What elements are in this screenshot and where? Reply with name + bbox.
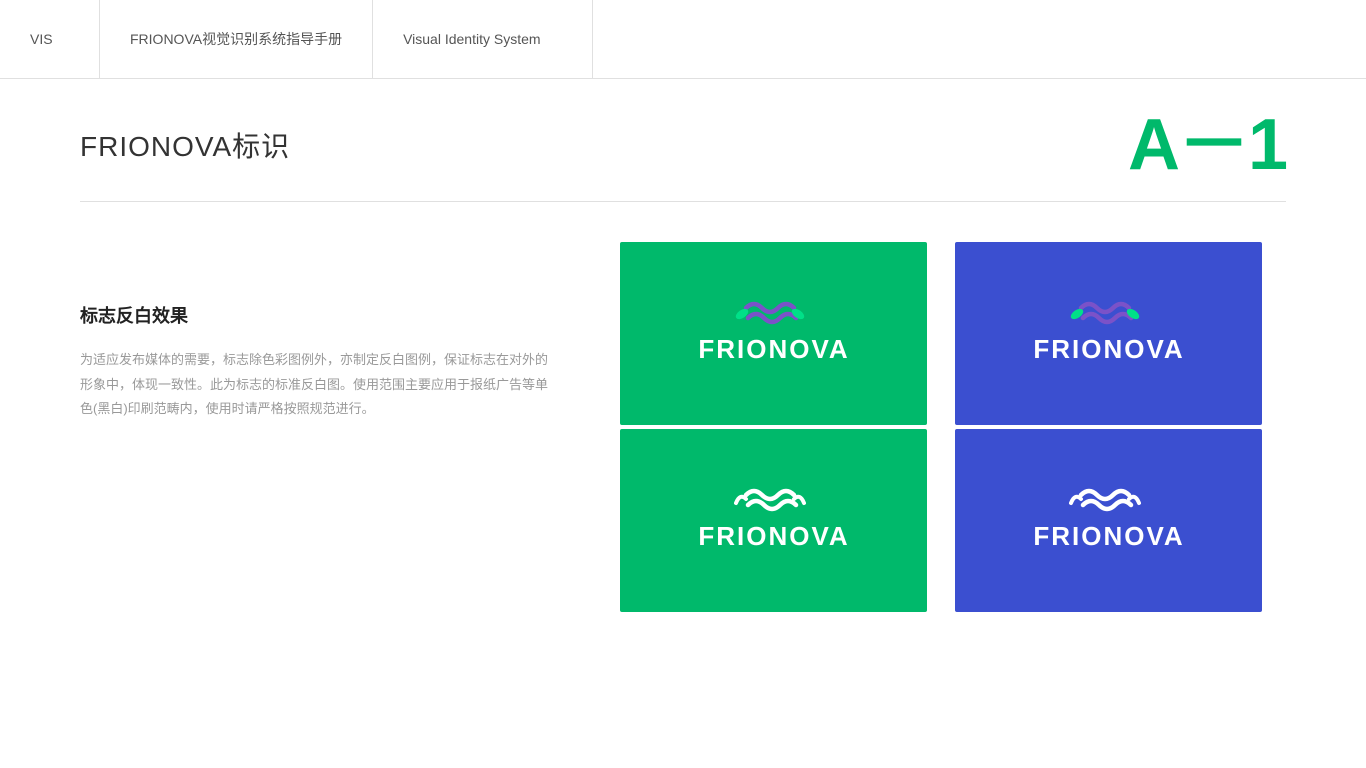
logo-br: FRIONOVA (1009, 481, 1209, 561)
logo-cell-blue-color: FRIONOVA (955, 242, 1262, 425)
header-vis-system-tab[interactable]: Visual Identity System (373, 0, 593, 78)
logo-tl: FRIONOVA (674, 294, 874, 374)
svg-text:FRIONOVA: FRIONOVA (698, 334, 849, 364)
header-vis-tab[interactable]: VIS (0, 0, 100, 78)
vis-label: VIS (30, 31, 53, 47)
section-code: A－1 (1128, 109, 1286, 181)
main-content: 标志反白效果 为适应发布媒体的需要，标志除色彩图例外，亦制定反白图例，保证标志在… (0, 202, 1366, 652)
logo-bl: FRIONOVA (674, 481, 874, 561)
svg-text:FRIONOVA: FRIONOVA (698, 521, 849, 551)
svg-text:FRIONOVA: FRIONOVA (1033, 521, 1184, 551)
logo-cell-blue-white: FRIONOVA (955, 429, 1262, 612)
description-block: 标志反白效果 为适应发布媒体的需要，标志除色彩图例外，亦制定反白图例，保证标志在… (80, 242, 560, 612)
logo-grid: FRIONOVA FRIONOVA FRIONOVA (620, 242, 1286, 612)
block-description: 为适应发布媒体的需要，标志除色彩图例外，亦制定反白图例，保证标志在对外的形象中，… (80, 348, 560, 422)
section-title-bar: FRIONOVA标识 A－1 (0, 79, 1366, 201)
logo-cell-green-white: FRIONOVA (620, 429, 927, 612)
svg-text:FRIONOVA: FRIONOVA (1033, 334, 1184, 364)
header: VIS FRIONOVA视觉识别系统指导手册 Visual Identity S… (0, 0, 1366, 79)
logo-tr: FRIONOVA (1009, 294, 1209, 374)
header-guide-tab[interactable]: FRIONOVA视觉识别系统指导手册 (100, 0, 373, 78)
guide-label: FRIONOVA视觉识别系统指导手册 (130, 29, 342, 49)
vis-system-label: Visual Identity System (403, 31, 540, 47)
block-title: 标志反白效果 (80, 302, 560, 328)
section-title: FRIONOVA标识 (80, 125, 290, 165)
logo-cell-green-color: FRIONOVA (620, 242, 927, 425)
